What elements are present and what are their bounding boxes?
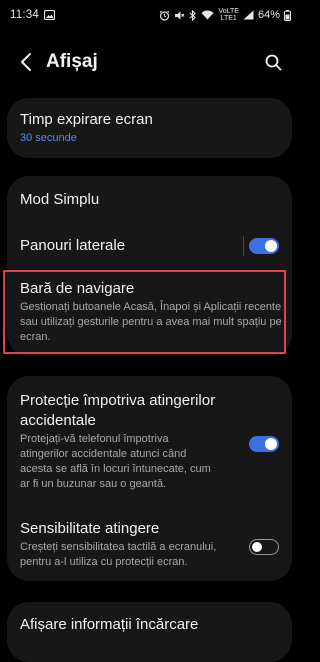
- network-type-icon: VoLTE LTE1: [218, 8, 239, 22]
- setting-easy-mode[interactable]: Mod Simplu: [7, 176, 292, 224]
- setting-edge-panels[interactable]: Panouri laterale: [7, 224, 292, 270]
- edge-panels-divider: [243, 236, 244, 256]
- signal-icon: [243, 10, 254, 20]
- accidental-touch-title-2: accidentale: [20, 412, 96, 429]
- edge-panels-toggle[interactable]: [249, 238, 279, 254]
- card-screen-timeout: Timp expirare ecran 30 secunde: [7, 98, 292, 158]
- chevron-left-icon: [21, 53, 31, 71]
- page-title: Afișaj: [46, 51, 98, 72]
- mute-icon: [174, 10, 185, 21]
- touch-sensitivity-desc-2: pentru a-l utiliza cu protecții ecran.: [20, 556, 188, 568]
- battery-icon: [284, 9, 291, 21]
- setting-charging-info[interactable]: Afișare informații încărcare: [7, 602, 292, 662]
- accidental-touch-toggle[interactable]: [249, 436, 279, 452]
- navigation-bar-highlight: [3, 270, 286, 354]
- touch-sensitivity-toggle[interactable]: [249, 539, 279, 555]
- touch-sensitivity-desc-1: Creșteți sensibilitatea tactilă a ecranu…: [20, 541, 217, 553]
- accidental-touch-desc-1: Protejați-vă telefonul împotriva: [20, 433, 169, 445]
- setting-touch-sensitivity[interactable]: Sensibilitate atingere Creșteți sensibil…: [7, 506, 292, 581]
- screen-timeout-title: Timp expirare ecran: [20, 111, 153, 128]
- search-button[interactable]: [261, 50, 285, 74]
- wifi-icon: [201, 10, 214, 20]
- accidental-touch-desc-4: ar fi un buzunar sau o geantă.: [20, 478, 167, 490]
- card-charging-info: Afișare informații încărcare: [7, 602, 292, 662]
- accidental-touch-desc-2: atingerilor accidentale atunci când: [20, 448, 187, 460]
- setting-accidental-touch[interactable]: Protecție împotriva atingerilor accident…: [7, 376, 292, 500]
- edge-panels-title: Panouri laterale: [20, 237, 126, 254]
- app-header: Afișaj: [0, 44, 299, 80]
- back-button[interactable]: [14, 50, 38, 74]
- screen-timeout-value: 30 secunde: [20, 132, 77, 144]
- card-touch-settings: Protecție împotriva atingerilor accident…: [7, 376, 292, 581]
- easy-mode-title: Mod Simplu: [20, 191, 100, 208]
- touch-sensitivity-title: Sensibilitate atingere: [20, 520, 160, 537]
- status-left: 11:34: [10, 9, 55, 21]
- status-right: VoLTE LTE1 64%: [159, 8, 291, 22]
- gallery-notification-icon: [43, 10, 55, 20]
- battery-percent: 64%: [257, 9, 280, 21]
- search-icon: [265, 54, 281, 70]
- accidental-touch-title-1: Protecție împotriva atingerilor: [20, 392, 216, 409]
- charging-info-title: Afișare informații încărcare: [20, 616, 199, 633]
- bluetooth-icon: [189, 9, 197, 21]
- status-time: 11:34: [10, 9, 39, 21]
- setting-screen-timeout[interactable]: Timp expirare ecran 30 secunde: [7, 98, 292, 158]
- accidental-touch-desc-3: acesta se află în locuri întunecate, cum: [20, 463, 211, 475]
- status-bar: 11:34 VoLTE LTE1 64%: [0, 0, 299, 30]
- alarm-icon: [159, 10, 170, 21]
